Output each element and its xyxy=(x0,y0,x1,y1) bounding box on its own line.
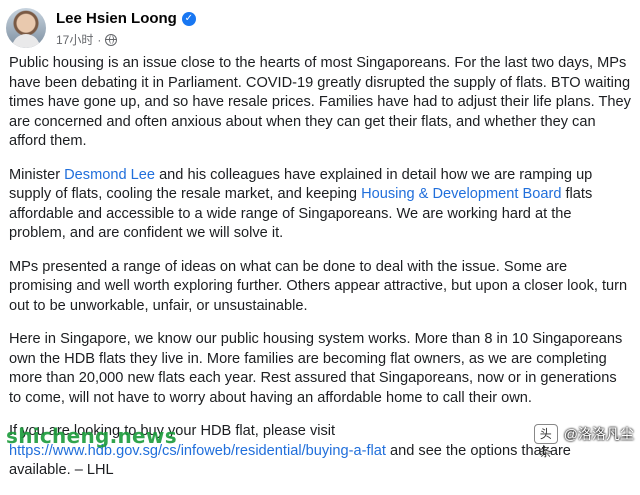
author-row: Lee Hsien Loong ✓ xyxy=(56,10,196,27)
watermark-account: 头条 @洛洛凡尘 xyxy=(533,424,634,459)
verified-badge-icon: ✓ xyxy=(181,11,196,26)
watermark-site: shicheng.news xyxy=(6,424,177,448)
post-paragraph: MPs presented a range of ideas on what c… xyxy=(9,258,628,314)
hdb-page-link[interactable]: Housing & Development Board xyxy=(361,186,561,202)
author-avatar[interactable] xyxy=(6,8,46,48)
post-header: Lee Hsien Loong ✓ 17小时 · xyxy=(6,6,634,50)
post-paragraph: Here in Singapore, we know our public ho… xyxy=(9,331,623,406)
desmond-lee-link[interactable]: Desmond Lee xyxy=(64,167,155,183)
post-paragraph: Minister Desmond Lee and his colleagues … xyxy=(9,166,593,242)
author-name[interactable]: Lee Hsien Loong xyxy=(56,10,177,27)
globe-icon[interactable] xyxy=(105,33,118,46)
post-meta: 17小时 · xyxy=(56,31,118,48)
post-timestamp[interactable]: 17小时 xyxy=(56,31,93,48)
watermark-handle: @洛洛凡尘 xyxy=(563,426,634,442)
toutiao-logo-icon: 头条 xyxy=(533,424,558,459)
post-paragraph: Public housing is an issue close to the … xyxy=(9,55,631,149)
meta-separator: · xyxy=(97,32,102,47)
